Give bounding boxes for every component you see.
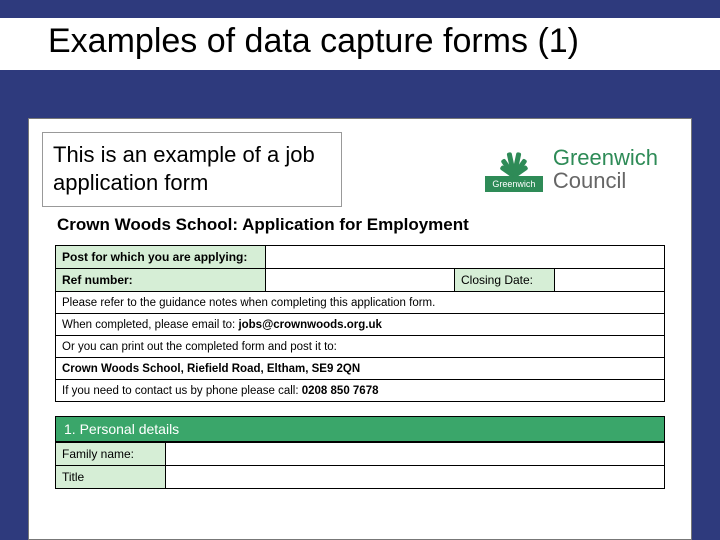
instruction-line-2: When completed, please email to: jobs@cr… bbox=[56, 314, 665, 336]
closing-date-label: Closing Date: bbox=[454, 269, 554, 292]
form-heading: Crown Woods School: Application for Empl… bbox=[57, 215, 665, 235]
logo-text: Greenwich Council bbox=[553, 146, 658, 192]
title-field-label: Title bbox=[56, 466, 166, 489]
section-1-title: 1. Personal details bbox=[56, 417, 665, 442]
instruction-line-1: Please refer to the guidance notes when … bbox=[56, 292, 665, 314]
personal-details-table: Family name: Title bbox=[55, 442, 665, 489]
section-1-bar: 1. Personal details bbox=[55, 416, 665, 442]
closing-date-field[interactable] bbox=[554, 269, 664, 292]
instruction-line-5: If you need to contact us by phone pleas… bbox=[56, 380, 665, 402]
ref-label: Ref number: bbox=[56, 269, 266, 292]
title-field[interactable] bbox=[166, 466, 665, 489]
greenwich-council-logo: Greenwich Greenwich Council bbox=[485, 146, 658, 192]
application-header-table: Post for which you are applying: Ref num… bbox=[55, 245, 665, 402]
caption-box: This is an example of a job application … bbox=[42, 132, 342, 207]
form-area: Crown Woods School: Application for Empl… bbox=[55, 215, 665, 489]
post-field[interactable] bbox=[266, 246, 665, 269]
instruction-line-3: Or you can print out the completed form … bbox=[56, 336, 665, 358]
family-name-label: Family name: bbox=[56, 443, 166, 466]
post-label: Post for which you are applying: bbox=[56, 246, 266, 269]
family-name-field[interactable] bbox=[166, 443, 665, 466]
logo-mark-icon: Greenwich bbox=[485, 146, 543, 192]
slide-title: Examples of data capture forms (1) bbox=[48, 22, 680, 61]
instruction-line-4: Crown Woods School, Riefield Road, Eltha… bbox=[56, 358, 665, 380]
ref-field[interactable] bbox=[266, 269, 455, 292]
caption-text: This is an example of a job application … bbox=[53, 142, 315, 195]
